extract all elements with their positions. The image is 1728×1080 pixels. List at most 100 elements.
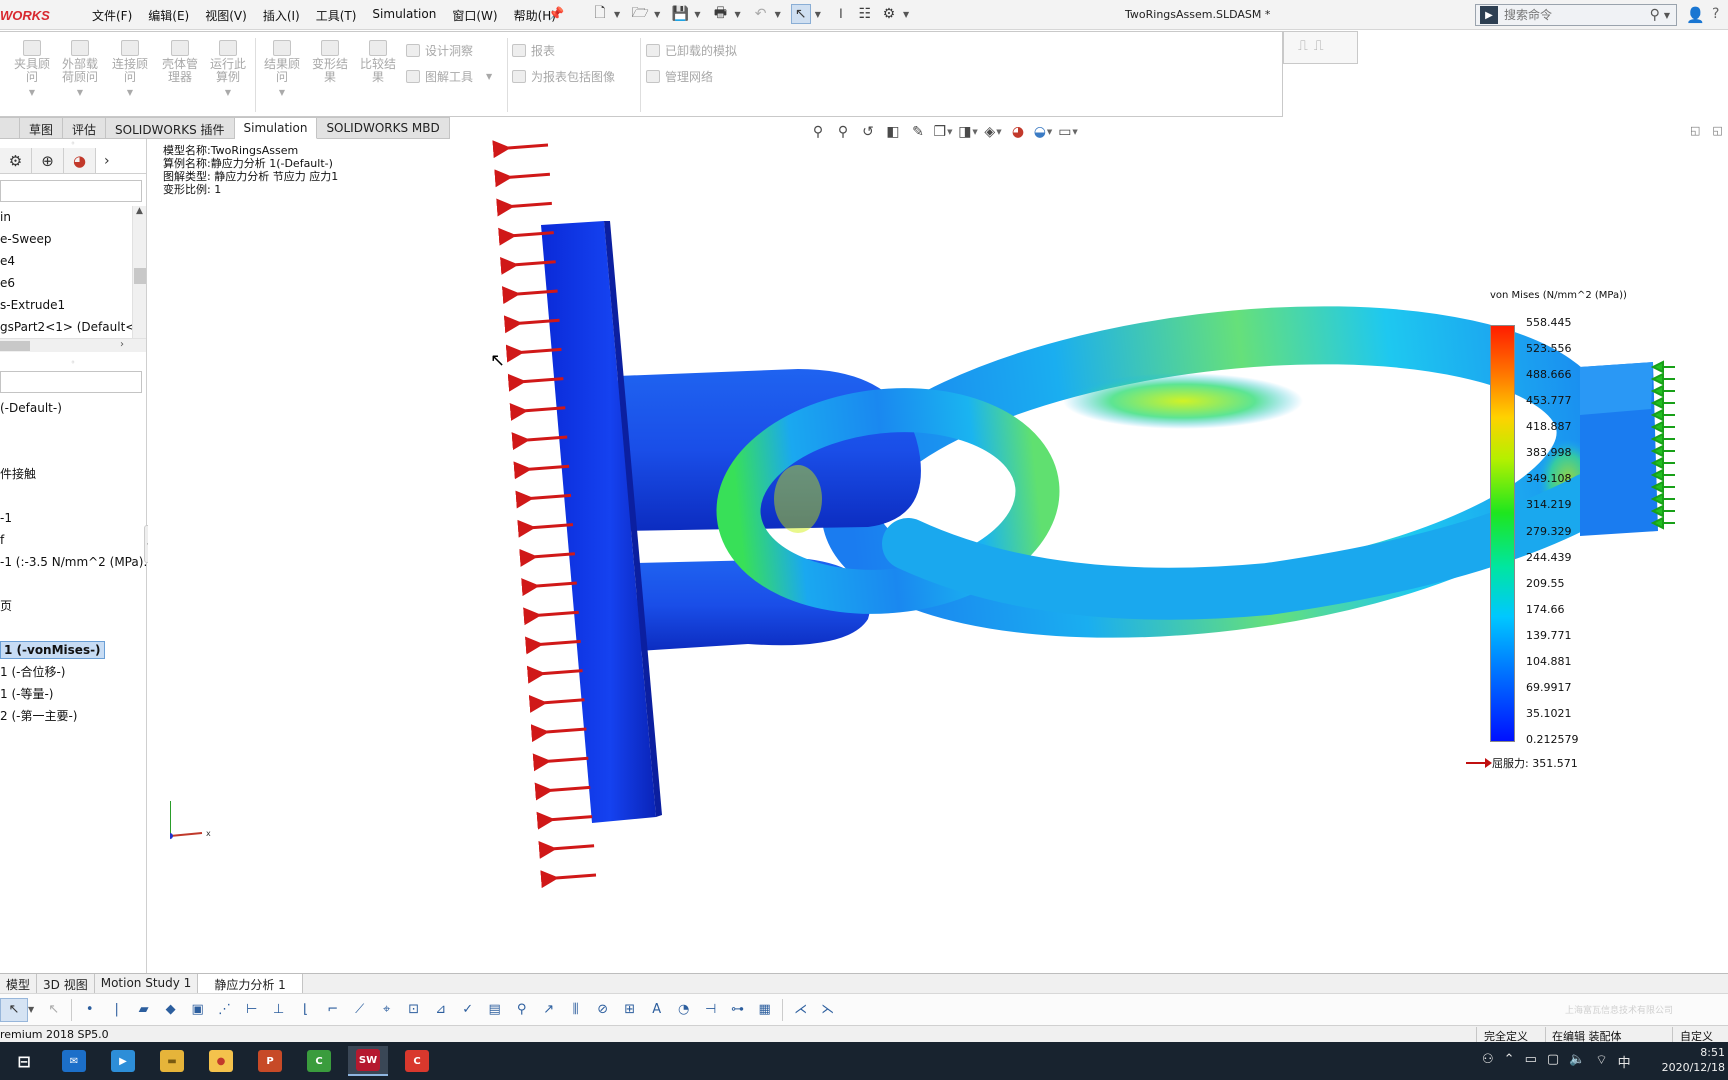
menu-simulation[interactable]: Simulation [364,7,444,24]
study-tree-item[interactable]: 1 (-合位移-) [0,661,146,683]
save-icon[interactable]: 💾 [670,4,690,24]
tree-item[interactable]: e-Sweep [0,228,146,250]
shell-manager-button[interactable]: 壳体管 理器 [156,40,204,84]
scroll-right-icon[interactable]: › [120,339,124,350]
chart-icon[interactable]: ⫼ [562,998,589,1022]
frame-icon[interactable]: ⊡ [400,998,427,1022]
chevron-down-icon[interactable]: ▼ [775,10,781,19]
centerline-icon[interactable]: ⋰ [211,998,238,1022]
solidworks-taskbar-button[interactable]: SW [348,1046,388,1076]
menu-window[interactable]: 窗口(W) [444,7,505,24]
search-input[interactable] [1504,8,1650,22]
report-button[interactable]: 报表 [512,42,555,59]
measure-icon[interactable]: ⊘ [589,998,616,1022]
chevron-up-icon[interactable]: ⌃ [1504,1052,1515,1071]
tree-item[interactable]: gsPart2<1> (Default<< [0,316,146,338]
gear-icon[interactable]: ⚙ [879,4,899,24]
print-icon[interactable]: 🖶 [710,4,730,24]
people-icon[interactable]: ⚇ [1482,1052,1494,1071]
select-icon[interactable]: ↖ [0,997,28,1022]
task-view-button[interactable]: ⊟ [4,1046,44,1076]
help-icon[interactable]: ? [1712,6,1719,22]
open-folder-icon[interactable]: 🗁 [630,4,650,24]
flyout-toolbar[interactable]: ⎍⎍ [1283,31,1358,64]
fillet-icon[interactable]: ⌊ [292,998,319,1022]
new-document-icon[interactable]: 🗋 [590,4,610,24]
right-fixture-block[interactable] [1580,362,1658,536]
tree-item[interactable]: e4 [0,250,146,272]
menu-insert[interactable]: 插入(I) [255,7,308,24]
include-image-button[interactable]: 为报表包括图像 [512,68,615,85]
table-icon[interactable]: ▤ [481,998,508,1022]
tab-simulation[interactable]: Simulation [234,117,318,139]
dimension-icon[interactable]: ⊢ [238,998,265,1022]
design-insight-button[interactable]: 设计洞察 [406,42,473,59]
animate-icon[interactable]: ⋌ [787,998,814,1022]
tab-features[interactable] [0,117,20,139]
graphics-area[interactable]: 模型名称:TwoRingsAssem 算例名称:静应力分析 1(-Default… [148,139,1728,973]
trim-icon[interactable]: ⟋ [346,998,373,1022]
scroll-thumb[interactable] [0,341,30,351]
chevron-down-icon[interactable]: ▼ [694,10,700,19]
study-tree-item[interactable]: f [0,529,146,551]
pie-icon[interactable]: ◔ [670,998,697,1022]
study-tree-item[interactable] [0,485,146,507]
file-explorer-button[interactable]: ▬ [152,1046,192,1076]
chevron-down-icon[interactable]: ▼ [614,10,620,19]
line-icon[interactable]: | [103,998,130,1022]
study-tree-item[interactable]: 2 (-第一主要-) [0,705,146,727]
connections-advisor-button[interactable]: 连接顾 问 ▼ [106,40,154,99]
image-icon[interactable]: ▦ [751,998,778,1022]
fixtures-advisor-button[interactable]: 夹具顾 问 ▼ [8,40,56,99]
chamfer-icon[interactable]: ⌐ [319,998,346,1022]
tree-item[interactable]: e6 [0,272,146,294]
window-restore-icon[interactable]: ◱◱ [1690,124,1728,137]
deformed-result-button[interactable]: 变形结 果 [306,40,354,84]
display-icon[interactable]: ▢ [1547,1052,1559,1071]
battery-icon[interactable]: ▭ [1525,1052,1537,1071]
tab-evaluate[interactable]: 评估 [63,117,107,139]
chevron-down-icon[interactable]: ▼ [903,10,909,19]
menu-view[interactable]: 视图(V) [197,7,255,24]
powerpoint-button[interactable]: P [250,1046,290,1076]
smart-select-icon[interactable]: ↖ [40,998,67,1022]
scroll-thumb[interactable] [133,268,146,284]
study-tree-item[interactable] [0,617,146,639]
chevron-right-icon[interactable]: › [104,153,110,169]
study-tree-item-stress1[interactable]: 1 (-vonMises-) [0,639,146,661]
study-tree-item[interactable] [0,441,146,463]
probe-icon[interactable]: ↗ [535,998,562,1022]
check-icon[interactable]: ✓ [454,998,481,1022]
surface-icon[interactable]: ◆ [157,998,184,1022]
study-tree-item[interactable] [0,419,146,441]
tab-addins[interactable]: SOLIDWORKS 插件 [106,117,235,139]
config-manager-icon[interactable]: ⚙ [0,148,32,173]
camtasia-editor-button[interactable]: C [397,1046,437,1076]
ime-indicator[interactable]: 中 [1618,1052,1631,1071]
horizontal-scrollbar[interactable]: › [0,338,146,352]
select-cursor-icon[interactable]: ↖ [790,4,811,24]
offloaded-simulation-button[interactable]: 已卸载的模拟 [646,42,737,59]
traffic-light-icon[interactable]: ⏽ [831,4,851,24]
menu-file[interactable]: 文件(F) [84,7,140,24]
chevron-down-icon[interactable]: ▼ [28,1005,34,1014]
undo-icon[interactable]: ↶ [751,4,771,24]
mail-app-button[interactable]: ✉ [54,1046,94,1076]
user-icon[interactable]: 👤 [1686,6,1705,24]
menu-tools[interactable]: 工具(T) [308,7,365,24]
wifi-icon[interactable]: ⌔ [1595,1052,1607,1071]
study-filter-input[interactable] [0,371,142,393]
midpoint-icon[interactable]: ⊥ [265,998,292,1022]
system-clock[interactable]: 8:51 2020/12/18 [1655,1045,1725,1075]
text-icon[interactable]: A [643,998,670,1022]
study-tree-item[interactable]: 页 [0,595,146,617]
zoom-icon[interactable]: ⚲ [508,998,535,1022]
dimxpert-icon[interactable]: ⊕ [32,148,64,173]
tab-motion-study[interactable]: Motion Study 1 [95,974,199,993]
search-commands-box[interactable]: ▶ ⚲ ▼ [1475,4,1677,26]
tab-model[interactable]: 模型 [0,974,38,993]
flow-icon[interactable]: ⋋ [814,998,841,1022]
study-tree-item[interactable]: -1 (:-3.5 N/mm^2 (MPa):) [0,551,152,573]
chevron-down-icon[interactable]: ▼ [815,10,821,19]
chevron-down-icon[interactable]: ▼ [734,10,740,19]
